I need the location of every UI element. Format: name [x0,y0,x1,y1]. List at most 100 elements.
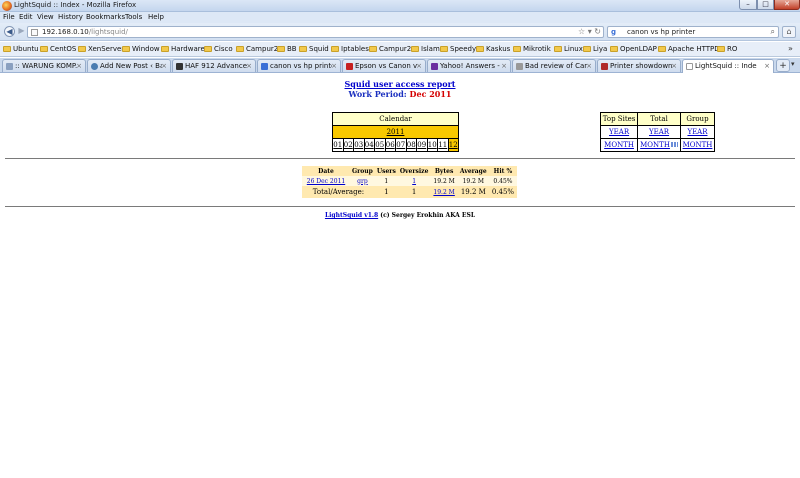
bookmark-folder[interactable]: Ubuntu [3,44,39,55]
tab-list-icon[interactable]: ▾ [791,60,795,68]
dropdown-icon[interactable]: ▾ [588,27,592,36]
month-link[interactable]: 02 [344,141,353,149]
tab[interactable]: canon vs hp printer...× [257,59,341,72]
close-icon[interactable]: × [246,62,252,70]
bookmark-folder[interactable]: XenServer [78,44,124,55]
bookmark-folder[interactable]: Cisco [204,44,233,55]
close-icon[interactable]: × [764,62,770,70]
home-icon[interactable]: ⌂ [782,26,796,38]
search-input[interactable]: canon vs hp printer [627,28,695,36]
month-link[interactable]: 08 [407,141,416,149]
page-icon [31,29,38,36]
menu-tools[interactable]: Tools [125,13,142,21]
month-link[interactable]: 04 [365,141,374,149]
tab-active[interactable]: LightSquid :: Index × [682,59,774,73]
maximize-button[interactable]: □ [757,0,774,10]
month-link[interactable]: 01 [333,141,342,149]
folder-icon [717,46,725,52]
calendar-header: Calendar [332,112,459,126]
menu-edit[interactable]: Edit [19,13,33,21]
group-year-link[interactable]: YEAR [687,128,707,136]
close-icon[interactable]: × [671,62,677,70]
total-month-link[interactable]: MONTH [640,141,670,149]
top-sites-year-link[interactable]: YEAR [609,128,629,136]
month-link[interactable]: 07 [396,141,405,149]
top-sites-month-link[interactable]: MONTH [604,141,634,149]
menu-view[interactable]: View [37,13,54,21]
bookmarks-overflow-icon[interactable]: » [788,44,793,53]
menu-bookmarks[interactable]: Bookmarks [86,13,125,21]
month-link[interactable]: 11 [438,141,447,149]
bookmark-folder[interactable]: RO [717,44,737,55]
bookmark-folder[interactable]: Islam [411,44,440,55]
footer: LightSquid v1.8 (c) Sergey Erokhin AKA E… [0,212,800,219]
menu-file[interactable]: File [3,13,15,21]
top-sites-month-cell: MONTH [599,138,639,152]
menu-history[interactable]: History [58,13,83,21]
close-icon[interactable]: × [76,62,82,70]
bookmark-folder[interactable]: BB [277,44,297,55]
close-button[interactable]: ✕ [774,0,800,10]
reload-icon[interactable]: ↻ [594,27,601,36]
tab[interactable]: HAF 912 Advanced...× [172,59,256,72]
bookmark-folder[interactable]: Squid [299,44,329,55]
bookmark-folder[interactable]: Kaskus [476,44,510,55]
tab[interactable]: :: WARUNG KOMP... × [2,59,86,72]
bookmark-folder[interactable]: Window [122,44,160,55]
bookmark-folder[interactable]: Iptables [331,44,369,55]
close-icon[interactable]: × [416,62,422,70]
month-cell: 11 [437,138,449,152]
bookmark-folder[interactable]: Hardware [161,44,205,55]
tab[interactable]: Add New Post ‹ Ba...× [87,59,171,72]
report-title-link[interactable]: Squid user access report [345,79,456,89]
bookmark-folder[interactable]: CentOS [40,44,76,55]
tab[interactable]: Yahoo! Answers - P...× [427,59,511,72]
month-link[interactable]: 12 [449,141,458,149]
tab[interactable]: Epson vs Canon vs ...× [342,59,426,72]
url-text[interactable]: 192.168.0.10/lightsquid/ [42,28,128,36]
minimize-button[interactable]: – [739,0,757,10]
star-icon[interactable]: ☆ [578,27,585,36]
bookmark-folder[interactable]: Liya [583,44,607,55]
bookmark-folder[interactable]: Mikrotik [513,44,551,55]
month-link[interactable]: 06 [386,141,395,149]
total-bytes-link[interactable]: 19.2 M [433,189,454,196]
total-year-link[interactable]: YEAR [649,128,669,136]
bookmark-folder[interactable]: Apache HTTPD [658,44,720,55]
bookmark-folder[interactable]: Speedy [440,44,476,55]
bookmark-folder[interactable]: OpenLDAP [610,44,657,55]
close-icon[interactable]: × [331,62,337,70]
url-bar[interactable]: 192.168.0.10/lightsquid/ ☆ ▾ ↻ [27,26,604,38]
month-link[interactable]: 05 [375,141,384,149]
folder-icon [583,46,591,52]
bookmark-folder[interactable]: Campur2 [369,44,411,55]
date-link[interactable]: 26 Dec 2011 [307,178,345,185]
tab[interactable]: Bad review of Cano...× [512,59,596,72]
group-link[interactable]: grp [357,178,368,185]
graph-icon[interactable] [670,142,678,147]
table-header-row: Date Group Users Oversize Bytes Average … [302,166,518,176]
lightsquid-link[interactable]: LightSquid v1.8 [325,212,378,219]
month-link[interactable]: 09 [417,141,426,149]
back-arrow-icon[interactable]: ◀ [4,26,15,37]
new-tab-button[interactable]: + [776,59,790,72]
google-icon [261,63,268,70]
folder-icon [440,46,448,52]
search-icon[interactable]: ⌕ [771,27,775,37]
google-icon[interactable]: g [611,28,620,37]
search-bar[interactable]: g canon vs hp printer ⌕ [607,26,779,38]
oversize-link[interactable]: 1 [412,178,416,185]
close-icon[interactable]: × [586,62,592,70]
month-link[interactable]: 10 [428,141,437,149]
year-link[interactable]: 2011 [387,128,405,136]
forward-arrow-icon[interactable]: ▶ [16,26,27,37]
bookmark-folder[interactable]: Linux [554,44,583,55]
bookmark-folder[interactable]: Campur2 [236,44,278,55]
month-cell: 09 [416,138,428,152]
group-month-link[interactable]: MONTH [683,141,713,149]
close-icon[interactable]: × [501,62,507,70]
tab[interactable]: Printer showdown: ...× [597,59,681,72]
close-icon[interactable]: × [161,62,167,70]
menu-help[interactable]: Help [148,13,164,21]
month-link[interactable]: 03 [354,141,363,149]
